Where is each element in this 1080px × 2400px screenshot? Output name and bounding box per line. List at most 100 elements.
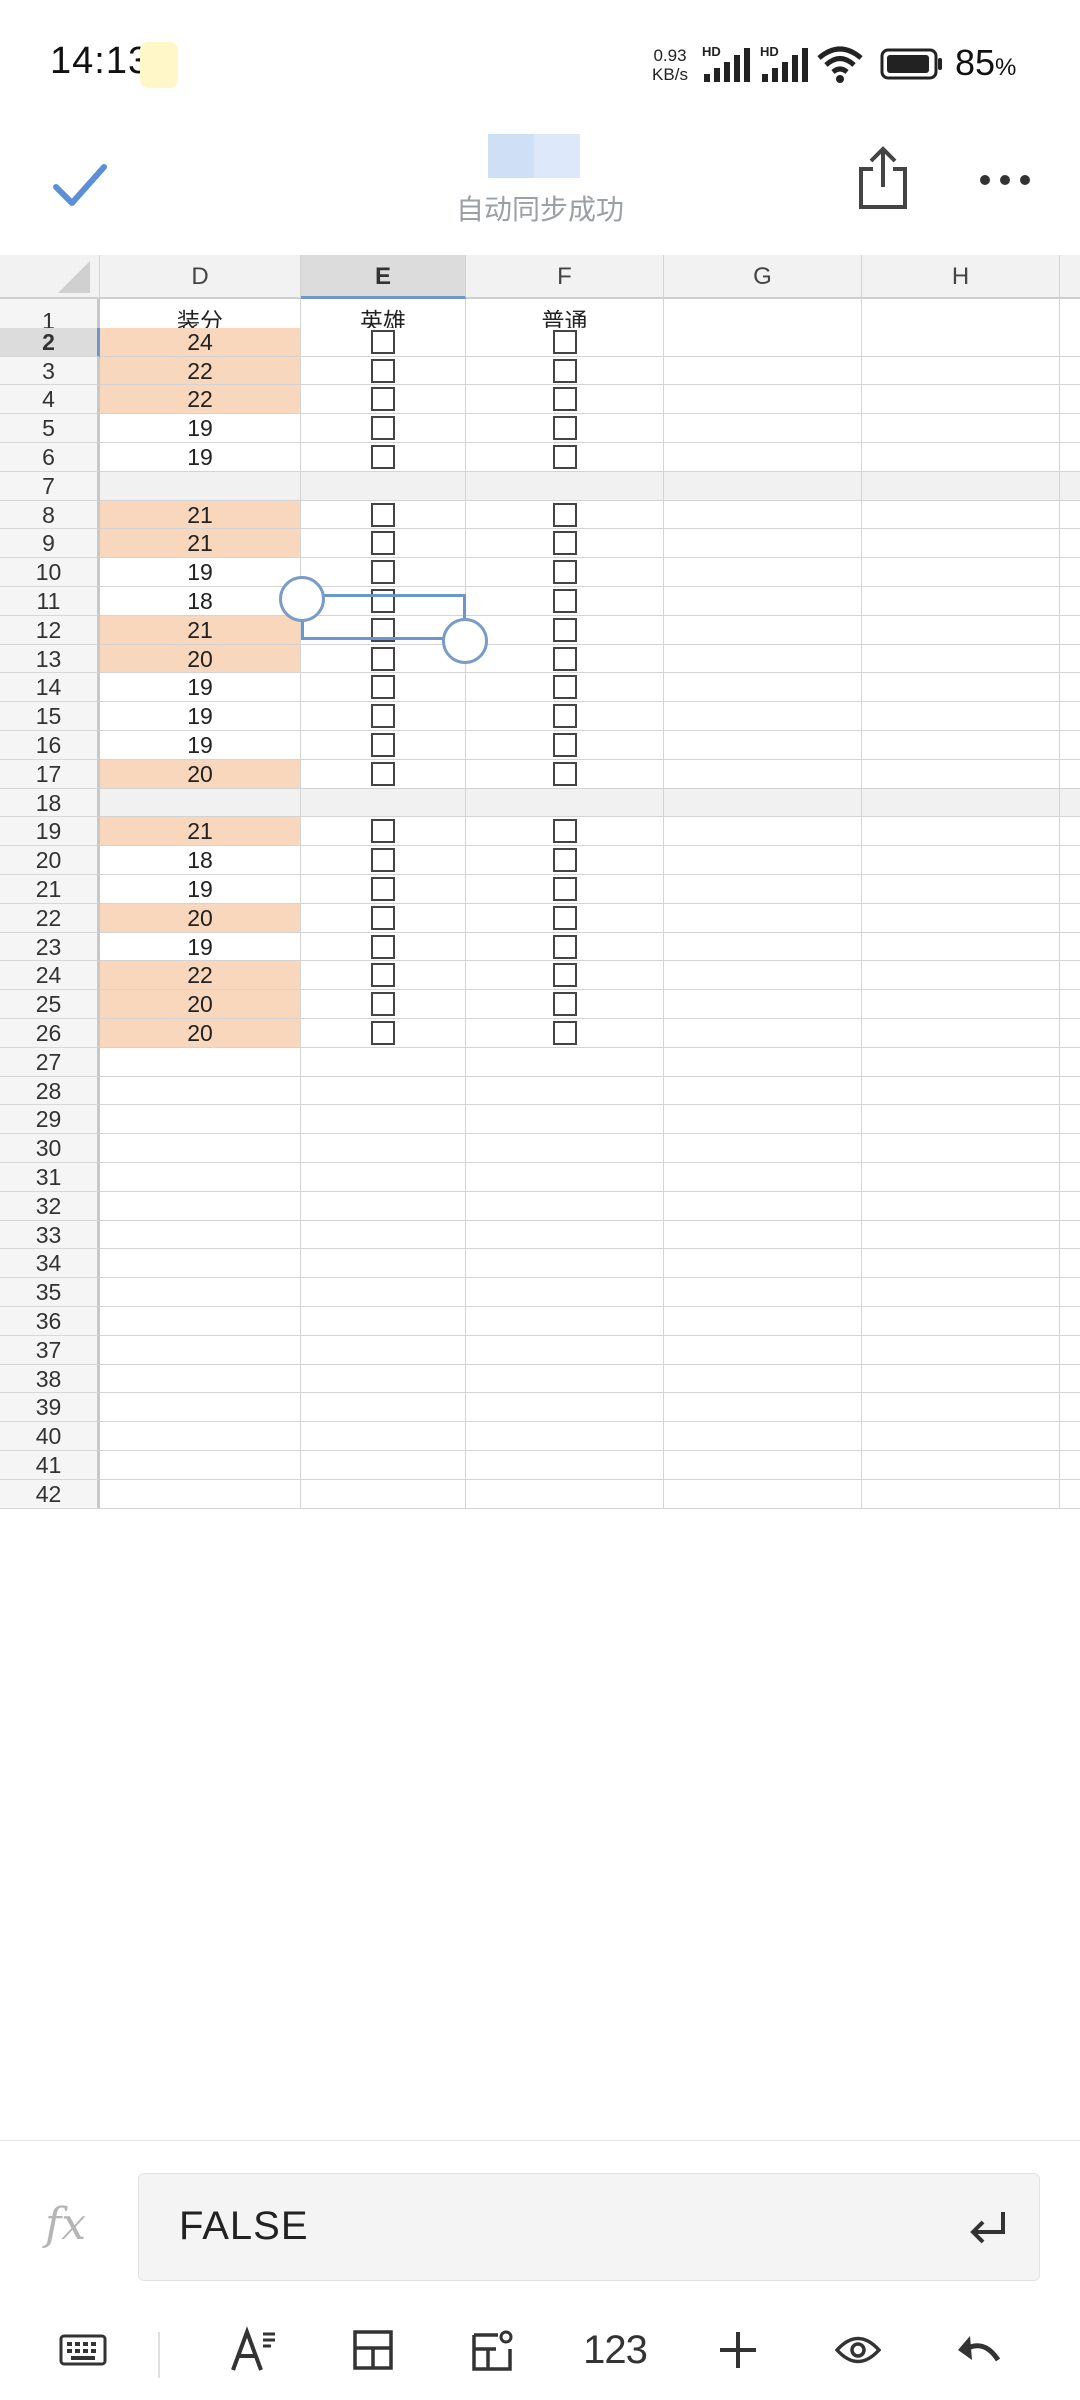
cell-f29[interactable] [466,1105,664,1134]
cell-e8[interactable] [301,501,466,529]
cell-f32[interactable] [466,1192,664,1221]
cell-d15[interactable]: 19 [100,702,301,731]
row-number[interactable]: 24 [0,961,100,990]
cell-next38[interactable] [1060,1365,1080,1393]
cell-g5[interactable] [664,414,862,443]
row-number[interactable]: 38 [0,1365,100,1393]
cell-h6[interactable] [862,443,1060,472]
cell-f11[interactable] [466,587,664,616]
row-number[interactable]: 19 [0,817,100,846]
cell-h19[interactable] [862,817,1060,846]
cell-g10[interactable] [664,558,862,587]
cell-g33[interactable] [664,1221,862,1249]
cell-h12[interactable] [862,616,1060,645]
cell-h7[interactable] [862,472,1060,501]
cell-d2[interactable]: 24 [100,328,301,357]
cell-format-icon[interactable] [345,2320,401,2380]
cell-e22[interactable] [301,904,466,933]
cell-next23[interactable] [1060,933,1080,961]
cell-g8[interactable] [664,501,862,529]
cell-f20[interactable] [466,846,664,875]
cell-e37[interactable] [301,1336,466,1365]
row-number[interactable]: 9 [0,529,100,558]
checkbox[interactable] [371,359,395,383]
cell-next7[interactable] [1060,472,1080,501]
cell-d9[interactable]: 21 [100,529,301,558]
row-number[interactable]: 2 [0,328,100,357]
row-number[interactable]: 4 [0,385,100,414]
cell-f34[interactable] [466,1249,664,1278]
cell-e29[interactable] [301,1105,466,1134]
cell-f18[interactable] [466,789,664,817]
checkbox[interactable] [553,387,577,411]
cell-next15[interactable] [1060,702,1080,731]
row-number[interactable]: 17 [0,760,100,789]
selection-handle-end[interactable] [442,618,488,664]
cell-e28[interactable] [301,1077,466,1105]
cell-h37[interactable] [862,1336,1060,1365]
cell-h14[interactable] [862,673,1060,702]
enter-icon[interactable] [967,2206,1011,2246]
cell-d21[interactable]: 19 [100,875,301,904]
cell-h20[interactable] [862,846,1060,875]
cell-f13[interactable] [466,645,664,673]
cell-h30[interactable] [862,1134,1060,1163]
checkbox[interactable] [371,762,395,786]
checkbox[interactable] [553,675,577,699]
cell-next8[interactable] [1060,501,1080,529]
checkbox[interactable] [553,762,577,786]
checkbox[interactable] [371,906,395,930]
cell-g22[interactable] [664,904,862,933]
cell-e26[interactable] [301,1019,466,1048]
checkbox[interactable] [371,877,395,901]
cell-e38[interactable] [301,1365,466,1393]
cell-next39[interactable] [1060,1393,1080,1422]
cell-next28[interactable] [1060,1077,1080,1105]
checkbox[interactable] [371,819,395,843]
cell-g35[interactable] [664,1278,862,1307]
cell-d14[interactable]: 19 [100,673,301,702]
row-number[interactable]: 14 [0,673,100,702]
cell-d42[interactable] [100,1480,301,1509]
cell-f3[interactable] [466,357,664,385]
cell-next11[interactable] [1060,587,1080,616]
cell-next22[interactable] [1060,904,1080,933]
row-number[interactable]: 31 [0,1163,100,1192]
cell-h40[interactable] [862,1422,1060,1451]
cell-next12[interactable] [1060,616,1080,645]
cell-d23[interactable]: 19 [100,933,301,961]
cell-e23[interactable] [301,933,466,961]
cell-next31[interactable] [1060,1163,1080,1192]
cell-d36[interactable] [100,1307,301,1336]
cell-next13[interactable] [1060,645,1080,673]
cell-g12[interactable] [664,616,862,645]
checkbox[interactable] [371,733,395,757]
checkbox[interactable] [553,848,577,872]
view-icon[interactable] [830,2320,886,2380]
row-number[interactable]: 37 [0,1336,100,1365]
checkbox[interactable] [553,819,577,843]
cell-d24[interactable]: 22 [100,961,301,990]
checkbox[interactable] [371,387,395,411]
cell-h24[interactable] [862,961,1060,990]
cell-e2[interactable] [301,328,466,357]
cell-f2[interactable] [466,328,664,357]
cell-d33[interactable] [100,1221,301,1249]
row-number[interactable]: 35 [0,1278,100,1307]
cell-g24[interactable] [664,961,862,990]
cell-next9[interactable] [1060,529,1080,558]
cell-h33[interactable] [862,1221,1060,1249]
row-number[interactable]: 27 [0,1048,100,1077]
cell-f12[interactable] [466,616,664,645]
cell-h23[interactable] [862,933,1060,961]
row-number[interactable]: 15 [0,702,100,731]
cell-g36[interactable] [664,1307,862,1336]
cell-next17[interactable] [1060,760,1080,789]
checkbox[interactable] [553,935,577,959]
checkbox[interactable] [553,330,577,354]
cell-next2[interactable] [1060,328,1080,357]
cell-g31[interactable] [664,1163,862,1192]
cell-e40[interactable] [301,1422,466,1451]
cell-g13[interactable] [664,645,862,673]
cell-h18[interactable] [862,789,1060,817]
